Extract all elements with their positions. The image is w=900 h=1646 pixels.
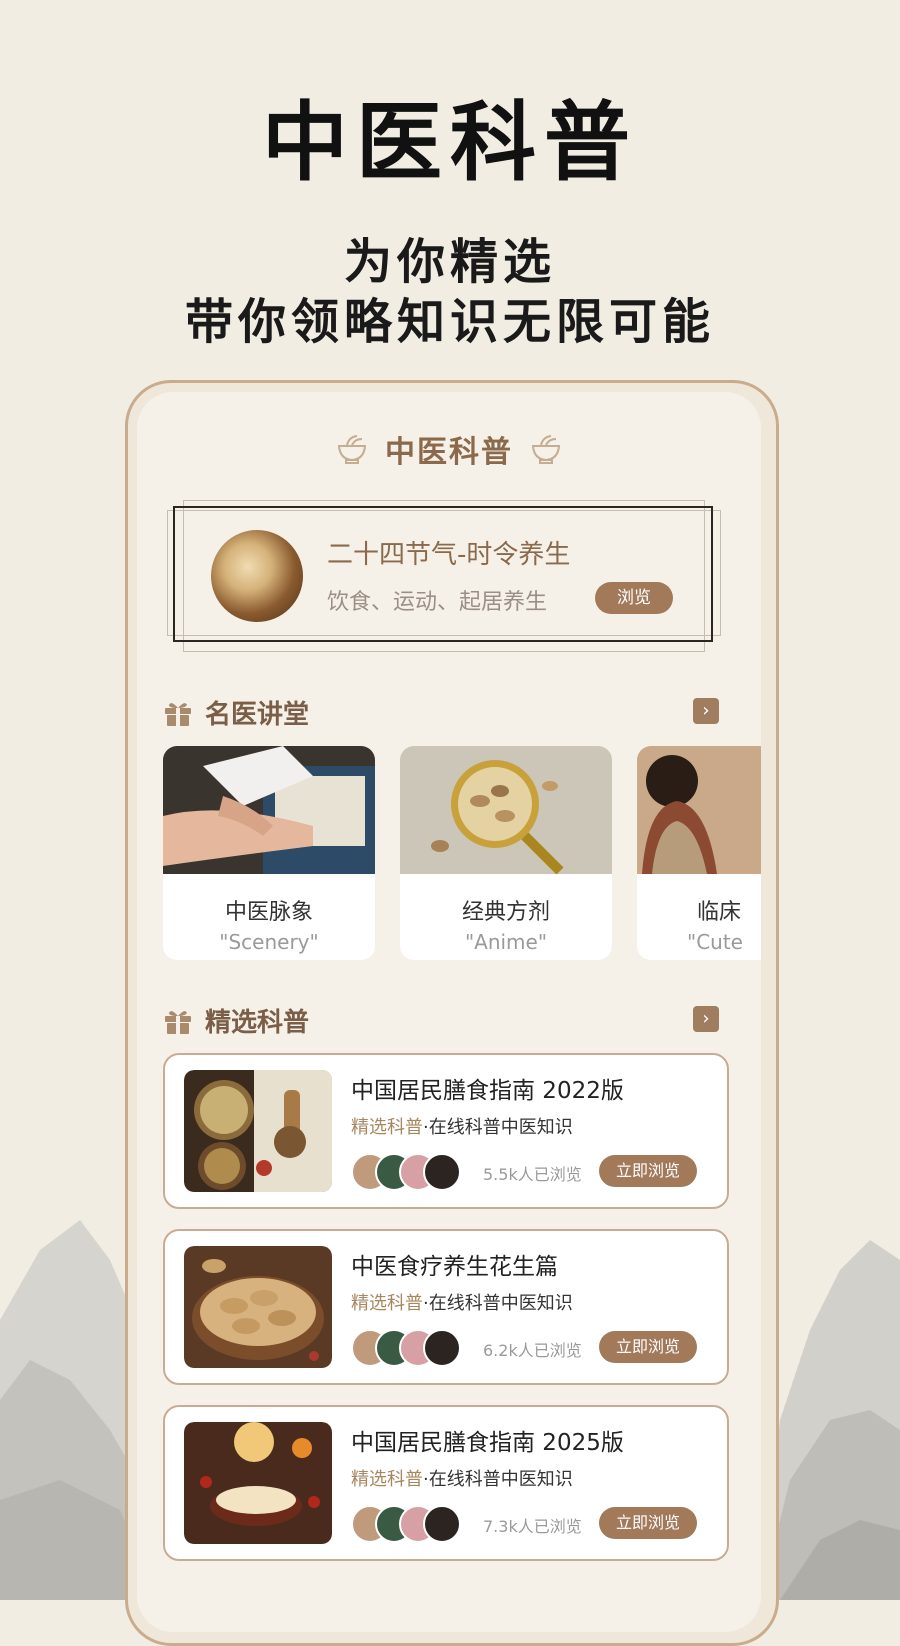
article-tag: 精选科普 <box>351 1117 423 1138</box>
lecture-title: 中医脉象 <box>224 900 313 925</box>
solar-terms-title: 二十四节气-时令养生 <box>327 540 571 570</box>
lecture-carousel[interactable]: 中医脉象 "Scenery" 经典方剂 "Anime" 临床 "Cute <box>163 746 761 960</box>
viewer-avatars <box>351 1329 471 1367</box>
viewer-avatars <box>351 1153 471 1191</box>
section-title-lectures: 名医讲堂 <box>205 700 310 730</box>
article-card[interactable]: 中医食疗养生花生篇 精选科普·在线科普中医知识 6.2k人已浏览 立即浏览 <box>163 1229 729 1385</box>
herb-image <box>211 530 303 622</box>
lecture-card[interactable]: 中医脉象 "Scenery" <box>163 746 375 960</box>
article-title: 中医食疗养生花生篇 <box>351 1254 558 1280</box>
view-count: 6.2k人已浏览 <box>483 1341 582 1360</box>
article-desc: ·在线科普中医知识 <box>423 1469 573 1490</box>
lecture-title: 经典方剂 <box>461 900 550 925</box>
hero-title: 中医科普 <box>262 93 638 193</box>
view-count: 5.5k人已浏览 <box>483 1165 582 1184</box>
mortar-bowl-icon <box>337 435 367 464</box>
section-header-articles: 精选科普 › <box>163 1000 723 1040</box>
view-now-button[interactable]: 立即浏览 <box>599 1331 697 1363</box>
solar-terms-subtitle: 饮食、运动、起居养生 <box>327 590 548 615</box>
article-thumbnail-dessert <box>184 1422 332 1544</box>
article-desc: ·在线科普中医知识 <box>423 1117 573 1138</box>
view-now-button[interactable]: 立即浏览 <box>599 1507 697 1539</box>
article-tag: 精选科普 <box>351 1293 423 1314</box>
article-title: 中国居民膳食指南 2022版 <box>351 1078 624 1104</box>
lecture-image-herbs <box>400 746 612 875</box>
article-thumbnail-herbs <box>184 1070 332 1192</box>
article-desc: ·在线科普中医知识 <box>423 1293 573 1314</box>
lecture-title: 临床 <box>697 900 742 925</box>
section-title-articles: 精选科普 <box>205 1008 310 1038</box>
article-thumbnail-peanuts <box>184 1246 332 1368</box>
gift-box-icon <box>165 703 191 726</box>
chevron-right-icon: › <box>702 700 710 721</box>
lecture-image-pulse <box>163 746 375 874</box>
article-meta: 精选科普·在线科普中医知识 <box>351 1113 573 1139</box>
app-screen: 中医科普 二十四节气-时令养生 饮食、运动、起居养生 浏览 名医讲堂 › 中医脉… <box>137 392 761 1632</box>
lecture-subtitle: "Cute <box>687 930 743 954</box>
lecture-subtitle: "Scenery" <box>219 930 319 954</box>
article-title: 中国居民膳食指南 2025版 <box>351 1430 624 1456</box>
chevron-right-icon: › <box>702 1008 710 1029</box>
lecture-image-clinic <box>637 746 761 874</box>
gift-box-icon <box>165 1011 191 1034</box>
article-meta: 精选科普·在线科普中医知识 <box>351 1465 573 1491</box>
article-tag: 精选科普 <box>351 1469 423 1490</box>
solar-terms-card[interactable]: 二十四节气-时令养生 饮食、运动、起居养生 浏览 <box>167 500 727 652</box>
browse-button[interactable]: 浏览 <box>595 582 673 614</box>
avatar <box>423 1153 461 1191</box>
view-now-button[interactable]: 立即浏览 <box>599 1155 697 1187</box>
lecture-card[interactable]: 临床 "Cute <box>637 746 761 960</box>
more-articles-button[interactable]: › <box>693 1006 719 1032</box>
app-header-title: 中医科普 <box>385 435 513 470</box>
app-header: 中医科普 <box>137 424 761 474</box>
article-card[interactable]: 中国居民膳食指南 2025版 精选科普·在线科普中医知识 7.3k人已浏览 立即… <box>163 1405 729 1561</box>
article-card[interactable]: 中国居民膳食指南 2022版 精选科普·在线科普中医知识 5.5k人已浏览 立即… <box>163 1053 729 1209</box>
section-header-lectures: 名医讲堂 › <box>163 692 723 732</box>
view-count: 7.3k人已浏览 <box>483 1517 582 1536</box>
avatar <box>423 1329 461 1367</box>
more-lectures-button[interactable]: › <box>693 698 719 724</box>
viewer-avatars <box>351 1505 471 1543</box>
hero-subtitle-line2: 带你领略知识无限可能 <box>184 294 715 350</box>
avatar <box>423 1505 461 1543</box>
article-meta: 精选科普·在线科普中医知识 <box>351 1289 573 1315</box>
lecture-card[interactable]: 经典方剂 "Anime" <box>400 746 612 960</box>
lecture-subtitle: "Anime" <box>464 930 548 954</box>
mortar-bowl-icon <box>531 435 561 464</box>
